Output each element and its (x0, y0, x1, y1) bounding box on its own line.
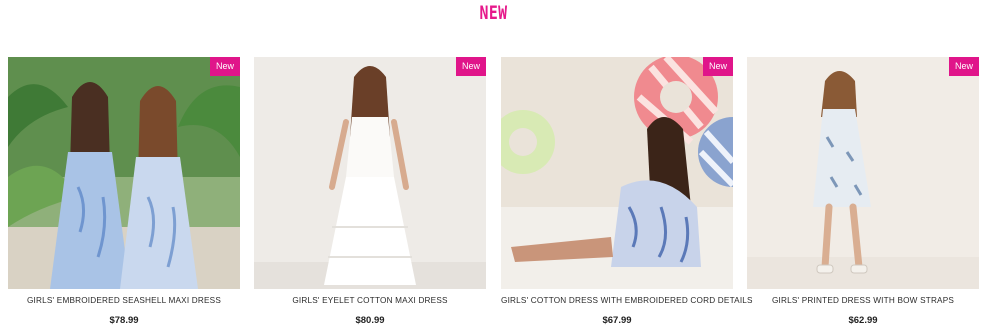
product-image[interactable]: New (501, 57, 733, 289)
product-name[interactable]: GIRLS' COTTON DRESS WITH EMBROIDERED COR… (501, 296, 753, 305)
product-name[interactable]: GIRLS' EMBROIDERED SEASHELL MAXI DRESS (8, 296, 240, 305)
section-title: NEW (479, 2, 508, 24)
product-image[interactable]: New (254, 57, 486, 289)
new-badge: New (455, 57, 486, 76)
product-price: $67.99 (602, 315, 632, 326)
product-card[interactable]: New GIRLS' PRINTED DRESS WITH BOW STRAPS… (747, 57, 979, 328)
new-badge: New (948, 57, 979, 76)
product-card[interactable]: New GIRLS' EMBROIDERED SEASHELL MAXI DRE… (8, 57, 240, 328)
product-price: $80.99 (355, 315, 385, 326)
product-card[interactable]: New GIRLS' EYELET COTTON MAXI DRESS $80.… (254, 57, 486, 328)
product-card[interactable]: New GIRLS' COTTON DRESS WITH EMBROIDERED… (501, 57, 753, 328)
product-image[interactable]: New (8, 57, 240, 289)
product-name[interactable]: GIRLS' EYELET COTTON MAXI DRESS (254, 296, 486, 305)
product-name[interactable]: GIRLS' PRINTED DRESS WITH BOW STRAPS (747, 296, 979, 305)
new-badge: New (209, 57, 240, 76)
product-price: $62.99 (848, 315, 878, 326)
product-image[interactable]: New (747, 57, 979, 289)
new-badge: New (702, 57, 733, 76)
product-grid: New GIRLS' EMBROIDERED SEASHELL MAXI DRE… (8, 57, 979, 328)
product-price: $78.99 (109, 315, 139, 326)
